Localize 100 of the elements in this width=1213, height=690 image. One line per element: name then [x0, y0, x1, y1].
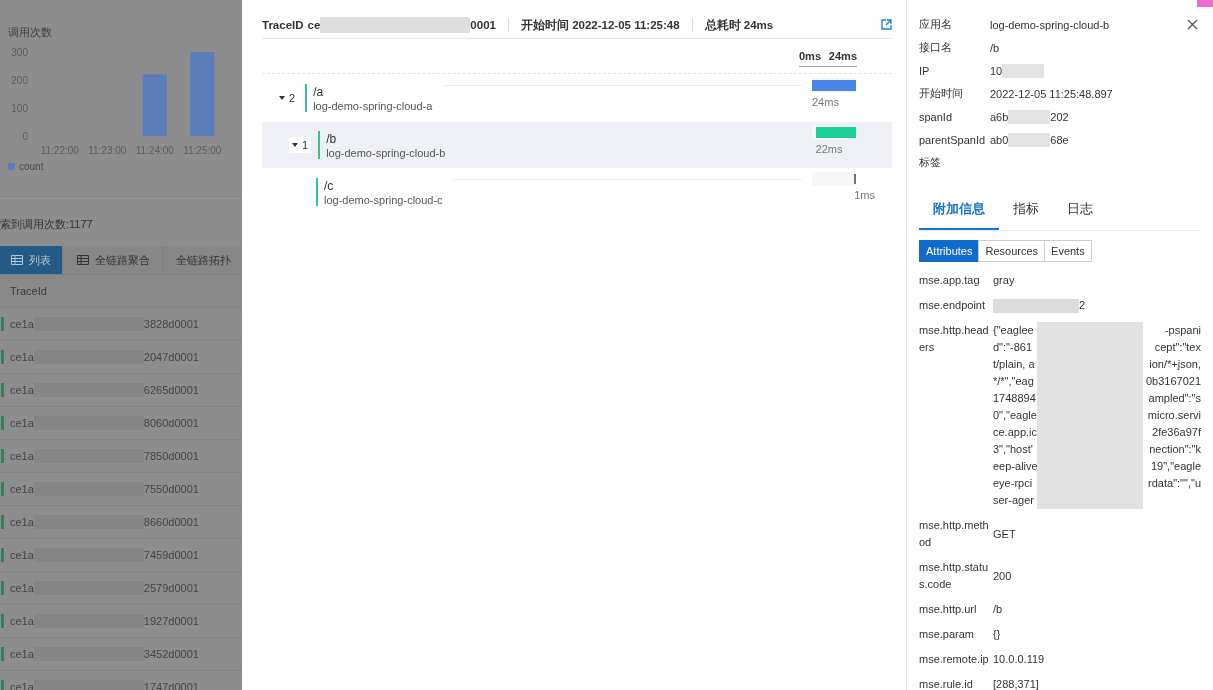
detail-tab[interactable]: 日志: [1053, 196, 1107, 230]
attribute-value: cept":"tex: [1153, 340, 1201, 355]
span-row[interactable]: 2 /a log-demo-spring-cloud-a 24ms: [262, 75, 892, 121]
view-tab[interactable]: 全链路拓扑: [164, 246, 242, 274]
attribute-value: [288,371]: [993, 677, 1039, 690]
trace-id-text: ce1a: [10, 417, 34, 429]
attribute-value: 2: [1079, 298, 1086, 313]
start-time: 开始时间 2022-12-05 11:25:48: [520, 17, 680, 33]
scale-label: 24ms: [828, 51, 857, 64]
trace-id-text: 2579d0001: [143, 582, 199, 594]
span-path: /b: [326, 131, 338, 146]
trace-id-text: 8660d0001: [143, 516, 199, 528]
field-value: 2022-12-05 11:25:48.897: [990, 87, 1113, 100]
status-bar: [1, 515, 4, 529]
close-icon[interactable]: [1187, 19, 1198, 30]
column-header: TraceId: [10, 285, 47, 297]
attribute-value: {}: [993, 627, 1001, 642]
attribute-key: mse.http.status.code: [919, 559, 989, 593]
status-bar: [1, 350, 4, 364]
attribute-value: GET: [993, 526, 1016, 542]
status-bar: [1, 581, 4, 595]
scale-label: 0ms: [799, 51, 822, 64]
field-value: ab0: [990, 133, 1009, 146]
segment-button[interactable]: Events: [1044, 240, 1092, 262]
attribute-value: eye-rpci: [993, 476, 1034, 491]
trace-id-text: ce1a: [10, 483, 34, 495]
trace-id-text: ce1a: [10, 582, 34, 594]
view-tab[interactable]: 列表: [0, 246, 63, 274]
trace-id-text: ce1a: [10, 615, 34, 627]
trace-id-text: ce: [307, 19, 321, 31]
attribute-value: micro.servi: [1146, 408, 1201, 423]
span-marker: [316, 178, 318, 206]
field-value: 202: [1050, 110, 1069, 123]
trace-id-text: ce1a: [10, 384, 34, 396]
span-row[interactable]: 1 /b log-demo-spring-cloud-b 22ms: [262, 122, 892, 168]
field-label: IP: [919, 64, 931, 77]
trace-id-text: 7459d0001: [143, 549, 199, 561]
status-bar: [1, 548, 4, 562]
attribute-value: 1748894: [993, 391, 1037, 406]
trace-id-text: ce1a: [10, 549, 34, 561]
attribute-value: gray: [993, 273, 1015, 288]
field-value: 10: [990, 64, 1003, 77]
trace-id-text: 7850d0001: [143, 450, 199, 462]
table-icon: [11, 255, 23, 265]
detail-tab[interactable]: 指标: [999, 196, 1053, 230]
field-value: a6b: [990, 110, 1009, 123]
trace-id-text: ce1a: [10, 450, 34, 462]
service-name: log-demo-spring-cloud-b: [326, 146, 446, 159]
trace-id-text: 3452d0001: [143, 648, 199, 660]
attribute-value: 0b3167021: [1144, 374, 1201, 389]
corner-badge: [1197, 0, 1213, 7]
trace-id-text: ce1a: [10, 318, 34, 330]
attribute-value: eep-alive: [993, 459, 1037, 474]
trace-id-text: ce1a: [10, 516, 34, 528]
segment-button[interactable]: Attributes: [919, 240, 980, 262]
attribute-value: -pspani: [1163, 323, 1201, 338]
legend-label: count: [19, 161, 44, 172]
field-label: 应用名: [919, 17, 953, 32]
field-label: spanId: [919, 110, 954, 123]
trace-id-text: 0001: [470, 19, 496, 31]
attribute-key: mse.http.url: [919, 601, 989, 618]
status-bar: [1, 680, 4, 690]
attribute-value: /b: [993, 602, 1003, 617]
trace-id-text: 1927d0001: [143, 615, 199, 627]
segment-button[interactable]: Resources: [978, 240, 1046, 262]
attribute-value: 10.0.0.119: [993, 652, 1045, 667]
status-bar: [1, 416, 4, 430]
legend-swatch: [8, 163, 15, 170]
view-tab[interactable]: 全链路聚合: [63, 246, 164, 274]
attribute-value: t/plain, a: [993, 357, 1036, 372]
attribute-value: 19","eagle: [1150, 459, 1201, 474]
external-link-icon[interactable]: [881, 19, 892, 30]
attribute-value: */*","eag: [993, 374, 1035, 389]
attribute-value: d":"-861: [993, 340, 1033, 355]
trace-id-text: 6265d0001: [143, 384, 199, 396]
span-row[interactable]: /c log-demo-spring-cloud-c 1ms: [262, 169, 892, 215]
field-value: /b: [990, 41, 1000, 54]
caret-icon: [279, 96, 285, 100]
attribute-value: {"eaglee: [993, 323, 1035, 338]
attribute-key: mse.endpoint: [919, 297, 989, 314]
attribute-value: ce.app.ic: [993, 425, 1037, 440]
service-name: log-demo-spring-cloud-c: [324, 193, 443, 206]
field-label: 开始时间: [919, 86, 964, 101]
attribute-key: mse.rule.id: [919, 676, 989, 690]
attribute-key: mse.http.headers: [919, 322, 989, 509]
duration-label: 24ms: [812, 96, 840, 108]
detail-tab[interactable]: 附加信息: [919, 196, 999, 230]
duration-label: 22ms: [815, 143, 844, 155]
trace-id-text: ce1a: [10, 351, 34, 363]
attribute-key: mse.app.tag: [919, 272, 989, 289]
attribute-value: 3","host': [993, 442, 1034, 457]
expand-toggle[interactable]: 1: [289, 137, 312, 153]
field-label: 标签: [919, 155, 942, 170]
attribute-value: 0","eagle: [993, 408, 1037, 423]
field-value: log-demo-spring-cloud-b: [990, 18, 1110, 31]
field-label: parentSpanId: [919, 133, 987, 146]
attribute-value: ion/*+json,: [1148, 357, 1201, 372]
status-bar: [1, 647, 4, 661]
chart-title: 调用次数: [8, 25, 53, 40]
attribute-key: mse.remote.ip: [919, 651, 989, 668]
